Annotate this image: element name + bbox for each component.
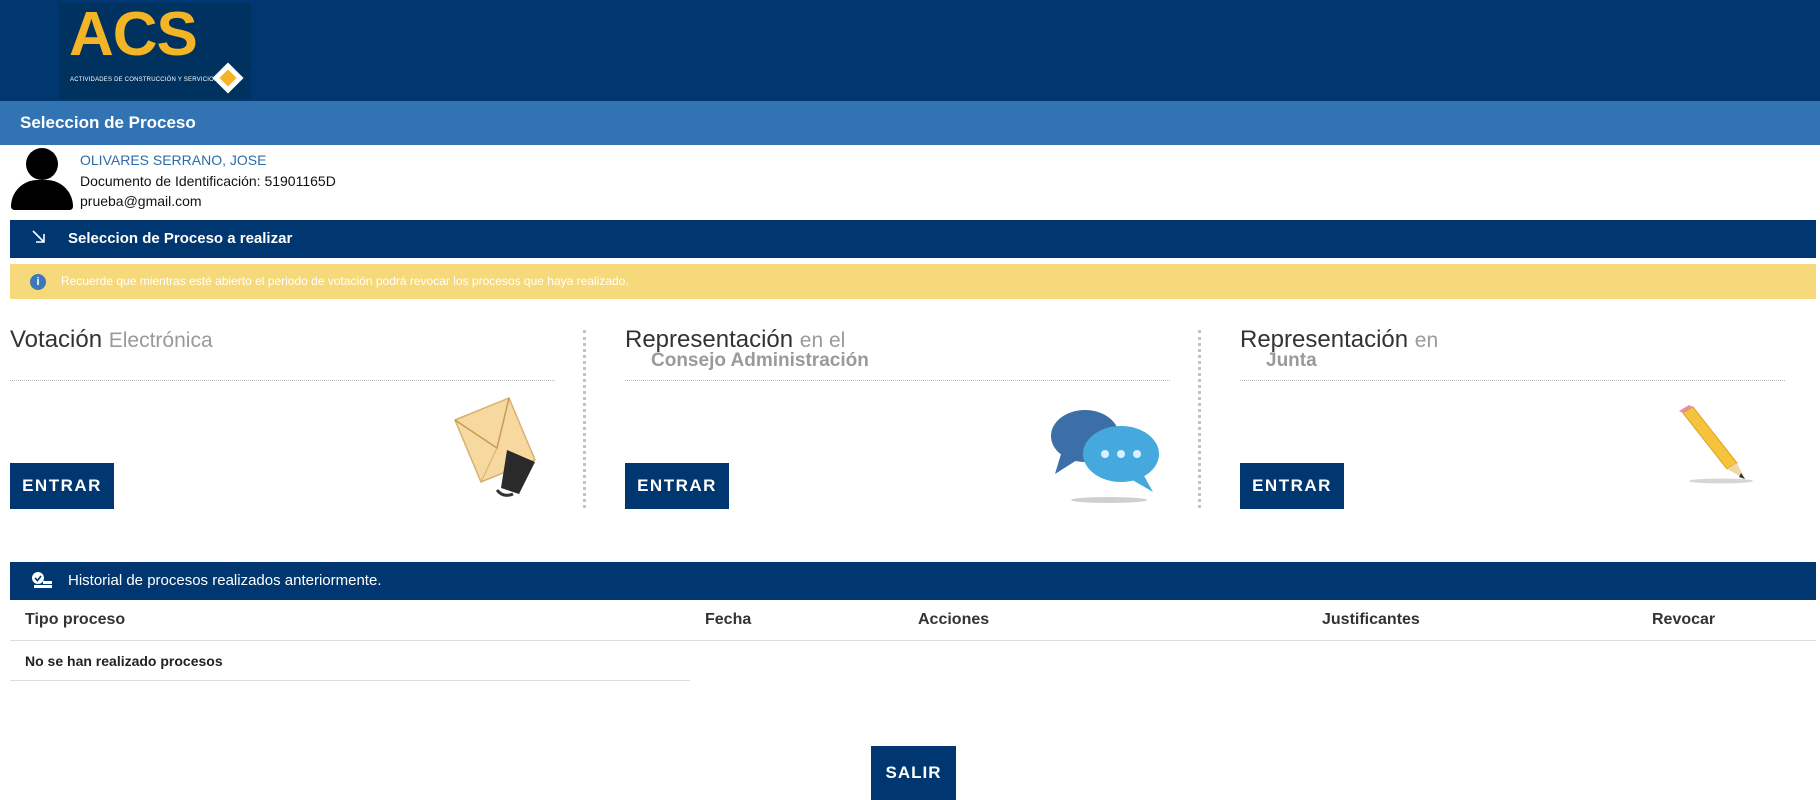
user-silhouette-icon <box>11 148 73 210</box>
page-title: Seleccion de Proceso <box>20 113 196 132</box>
dotted-divider <box>1240 380 1785 381</box>
info-notice: i Recuerde que mientras esté abierto el … <box>10 264 1816 299</box>
option-consejo: Representación en el Consejo Administrac… <box>625 320 1181 510</box>
column-divider <box>583 330 586 508</box>
option-title: Votación Electrónica <box>10 326 213 354</box>
dotted-divider <box>625 380 1170 381</box>
column-header-justificantes: Justificantes <box>1322 611 1420 628</box>
logo-text: ACS <box>69 0 198 69</box>
history-icon <box>30 570 54 595</box>
entrar-votacion-button[interactable]: ENTRAR <box>10 463 114 509</box>
page-title-bar: Seleccion de Proceso <box>0 101 1820 145</box>
empty-table-message: No se han realizado procesos <box>25 653 223 669</box>
logo-diamond-icon <box>212 62 244 94</box>
chat-bubbles-icon <box>1047 404 1167 509</box>
column-header-acciones: Acciones <box>918 611 990 628</box>
user-name: OLIVARES SERRANO, JOSE <box>80 152 267 168</box>
column-divider <box>1198 330 1201 508</box>
option-votacion: Votación Electrónica ENTRAR <box>10 320 566 510</box>
option-title-line2: Junta <box>1266 350 1317 371</box>
user-email: prueba@gmail.com <box>80 193 202 209</box>
logo-subtitle: ACTIVIDADES DE CONSTRUCCIÓN Y SERVICIOS <box>70 77 219 83</box>
option-title-light: en <box>1414 329 1439 352</box>
process-section-bar: Seleccion de Proceso a realizar <box>10 220 1816 258</box>
table-row-divider <box>10 680 690 681</box>
history-section-title: Historial de procesos realizados anterio… <box>68 572 382 589</box>
column-header-tipo: Tipo proceso <box>25 611 126 628</box>
header-bar: ACS ACTIVIDADES DE CONSTRUCCIÓN Y SERVIC… <box>0 0 1820 101</box>
envelope-icon <box>447 390 537 505</box>
option-title-main: Representación <box>1240 326 1409 353</box>
pencil-icon <box>1673 405 1763 490</box>
option-title-light: Electrónica <box>108 329 213 352</box>
option-title-main: Votación <box>10 326 103 353</box>
history-section-bar: Historial de procesos realizados anterio… <box>10 562 1816 600</box>
option-title-light: en el <box>799 329 846 352</box>
column-header-revocar: Revocar <box>1652 611 1716 628</box>
option-title-main: Representación <box>625 326 794 353</box>
arrow-down-right-icon <box>30 228 48 251</box>
entrar-consejo-button[interactable]: ENTRAR <box>625 463 729 509</box>
entrar-junta-button[interactable]: ENTRAR <box>1240 463 1344 509</box>
salir-button[interactable]: SALIR <box>871 746 956 800</box>
column-header-fecha: Fecha <box>705 611 752 628</box>
dotted-divider <box>10 380 555 381</box>
notice-text: Recuerde que mientras esté abierto el pe… <box>61 274 629 288</box>
process-section-title: Seleccion de Proceso a realizar <box>68 230 293 247</box>
table-header-divider <box>10 640 1816 641</box>
user-document: Documento de Identificación: 51901165D <box>80 173 336 189</box>
info-icon: i <box>30 274 46 290</box>
option-title-line2: Consejo Administración <box>651 350 869 371</box>
acs-logo: ACS ACTIVIDADES DE CONSTRUCCIÓN Y SERVIC… <box>59 0 251 99</box>
option-junta: Representación en Junta ENTRAR <box>1240 320 1796 510</box>
